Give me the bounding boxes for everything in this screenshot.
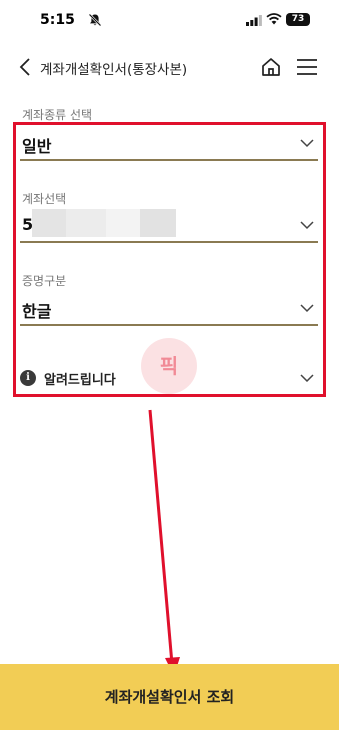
signal-icon <box>246 15 262 26</box>
app-header: 계좌개설확인서(통장사본) <box>0 52 339 82</box>
home-icon[interactable] <box>260 56 282 78</box>
back-chevron-icon[interactable] <box>16 57 36 77</box>
field-underline <box>20 241 318 243</box>
certificate-type-value: 한글 <box>22 302 52 321</box>
bell-off-icon <box>88 13 102 27</box>
status-bar: 5:15 73 <box>0 0 339 40</box>
account-certificate-inquiry-button[interactable]: 계좌개설확인서 조회 <box>0 664 339 730</box>
account-type-value: 일반 <box>22 137 52 156</box>
chevron-down-icon <box>300 374 314 383</box>
account-select-label: 계좌선택 <box>22 192 67 206</box>
field-underline <box>20 159 318 161</box>
menu-icon[interactable] <box>296 57 318 77</box>
account-type-label: 계좌종류 선택 <box>22 108 93 122</box>
wifi-icon <box>266 13 282 25</box>
chevron-down-icon <box>300 304 314 313</box>
watermark-badge: 픽 <box>141 338 197 394</box>
field-underline <box>20 324 318 326</box>
info-icon: i <box>20 370 36 386</box>
page-title: 계좌개설확인서(통장사본) <box>40 62 188 78</box>
chevron-down-icon <box>300 221 314 230</box>
chevron-down-icon <box>300 139 314 148</box>
notice-label: 알려드립니다 <box>44 373 116 388</box>
status-time: 5:15 <box>40 12 75 28</box>
battery-indicator: 73 <box>286 13 310 26</box>
certificate-type-label: 증명구분 <box>22 274 67 288</box>
